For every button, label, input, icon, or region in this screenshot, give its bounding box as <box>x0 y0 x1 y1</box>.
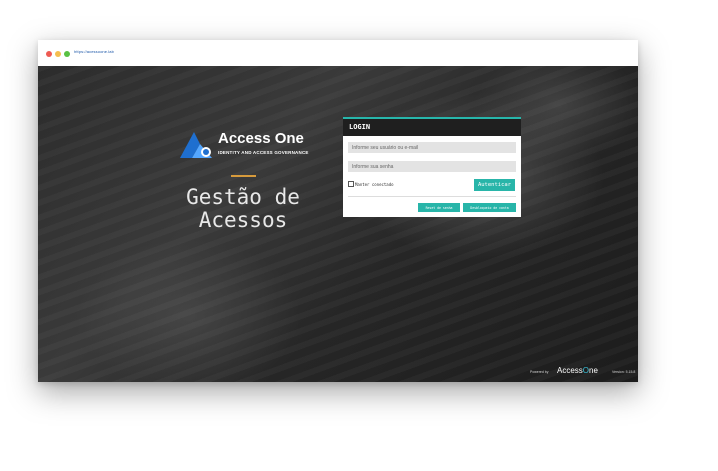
brand-tagline: IDENTITY AND ACCESS GOVERNANCE <box>218 150 309 155</box>
page-headline: Gestão de Acessos <box>163 186 323 232</box>
minimize-dot-icon[interactable] <box>55 51 61 57</box>
remember-label: Manter conectado <box>355 181 394 187</box>
reset-password-button[interactable]: Reset de senha <box>418 203 460 212</box>
authenticate-button[interactable]: Autenticar <box>474 179 515 191</box>
powered-by-label: Powered by <box>530 370 549 374</box>
unlock-account-button[interactable]: Desbloqueio de conta <box>463 203 516 212</box>
footer-brand-suffix: ne <box>589 366 598 375</box>
remember-me[interactable]: Manter conectado <box>348 180 394 188</box>
brand-logo: Access One IDENTITY AND ACCESS GOVERNANC… <box>178 128 318 164</box>
password-input[interactable] <box>348 161 516 172</box>
username-input[interactable] <box>348 142 516 153</box>
access-one-logo-icon <box>180 132 212 158</box>
footer-brand-prefix: Access <box>557 366 583 375</box>
remember-checkbox[interactable] <box>348 181 354 187</box>
headline-line-2: Acessos <box>198 208 288 232</box>
address-bar-url[interactable]: https://acessoone.lab <box>74 49 114 54</box>
brand-name: Access One <box>218 130 304 147</box>
accent-divider <box>231 175 256 177</box>
login-header: LOGIN <box>343 119 521 136</box>
close-dot-icon[interactable] <box>46 51 52 57</box>
footer-brand-logo: AccessOne <box>557 366 598 375</box>
page-viewport: Access One IDENTITY AND ACCESS GOVERNANC… <box>38 66 638 382</box>
login-title: LOGIN <box>349 123 371 131</box>
headline-line-1: Gestão de <box>186 185 300 209</box>
browser-window: https://acessoone.lab Access One IDENTIT… <box>38 40 638 382</box>
maximize-dot-icon[interactable] <box>64 51 70 57</box>
browser-titlebar: https://acessoone.lab <box>38 40 638 66</box>
version-label: Version: 5.15.8 <box>612 370 636 374</box>
login-panel: LOGIN Manter conectado Autenticar Reset … <box>343 117 521 217</box>
login-divider <box>348 196 516 197</box>
background-image <box>38 66 638 382</box>
